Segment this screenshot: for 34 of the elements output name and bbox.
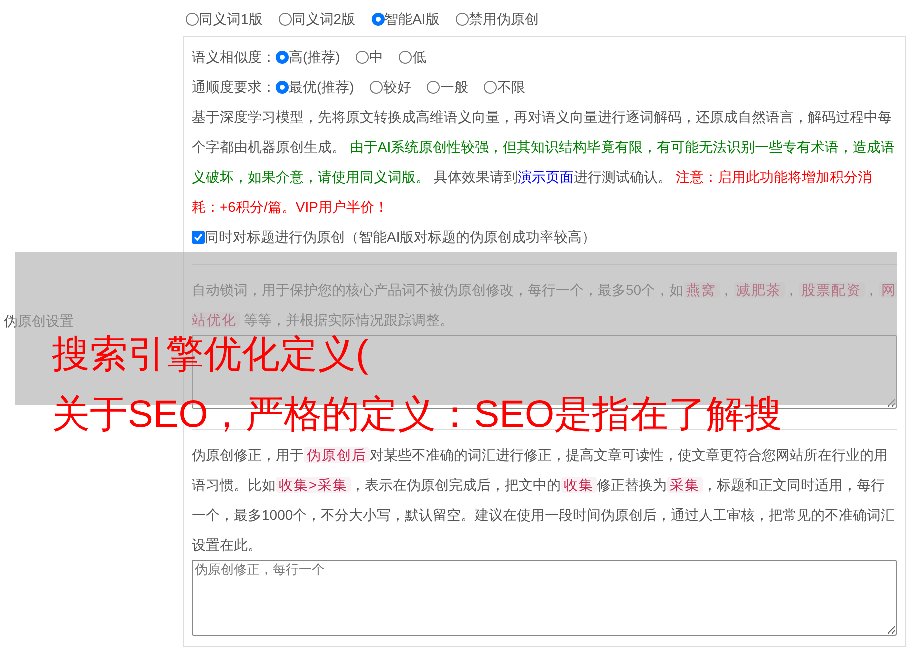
overlay-headline: 搜索引擎优化定义( (52, 334, 369, 376)
radio-label: 较好 (383, 78, 412, 97)
radio-button[interactable] (370, 80, 384, 94)
section-label: 伪原创设置 (4, 313, 74, 329)
radio-label: 低 (412, 48, 426, 67)
radio-label: 不限 (497, 78, 526, 97)
radio-label: 同义词2版 (292, 10, 356, 28)
radio-button[interactable] (399, 50, 412, 64)
radio-button[interactable] (456, 12, 469, 26)
checkbox-label: 同时对标题进行伪原创（智能AI版对标题的伪原创成功率较高） (205, 228, 596, 247)
radio-button[interactable] (484, 80, 498, 94)
correction-description: 伪原创修正，用于 伪原创后 对某些不准确的词汇进行修正，提高文章可读性，使文章更符合您网站所在行业的用语习惯。比如 收集>采集 ，表示在伪原创完成后，把文中的 收集 修正替换为 采集 ，标题和正文同时适用，每行一个，最多1000个，不分大小写，默认留空。建议在使用一段时间伪原创后，通过人工审核，把常见的不准确词汇设置在此。 (192, 446, 896, 555)
demo-page-link[interactable]: 演示页面 (518, 169, 574, 185)
radio-label: 一般 (440, 78, 468, 97)
radio-button[interactable] (278, 12, 292, 26)
radio-button[interactable] (186, 12, 199, 26)
similarity-label: 语义相似度： (192, 48, 276, 67)
overlay-headline: 关于SEO，严格的定义：SEO是指在了解搜 (52, 394, 782, 436)
radio-label: 最优(推荐) (289, 78, 354, 97)
radio-button[interactable] (356, 50, 370, 64)
checkbox[interactable] (192, 230, 205, 244)
radio-label: 智能AI版 (384, 10, 440, 28)
ai-description: 基于深度学习模型，先将原文转换成高维语义向量，再对语义向量进行逐词解码，还原成自然语言，解码过程中每个字都由机器原创生成。 由于AI系统原创性较强，但其知识结构毕竟有限，有可能无法识别一些专有术语，造成语义破坏，如果介意，请使用同义词版。 具体效果请到演示页面进行测试确认。 注意：启用此功能将增加积分消耗：+6积分/篇。VIP用户半价！ (192, 108, 896, 217)
radio-button[interactable] (427, 80, 440, 94)
radio-label: 禁用伪原创 (468, 10, 539, 28)
radio-button[interactable] (276, 50, 289, 64)
fluency-label: 通顺度要求： (192, 78, 276, 97)
radio-label: 同义词1版 (199, 10, 263, 28)
radio-label: 高(推荐) (289, 48, 340, 67)
correction-field[interactable]: 伪原创修正，每行一个 (192, 560, 897, 636)
radio-label: 中 (369, 48, 384, 67)
radio-button[interactable] (372, 12, 385, 26)
lock-words-description: 自动锁词，用于保护您的核心产品词不被伪原创修改，每行一个，最多50个，如 燕窝 ， 减肥茶 ， 股票配资 ， 网站优化 等等，并根据实际情况跟踪调整。 (192, 281, 897, 330)
radio-button[interactable] (276, 80, 289, 94)
